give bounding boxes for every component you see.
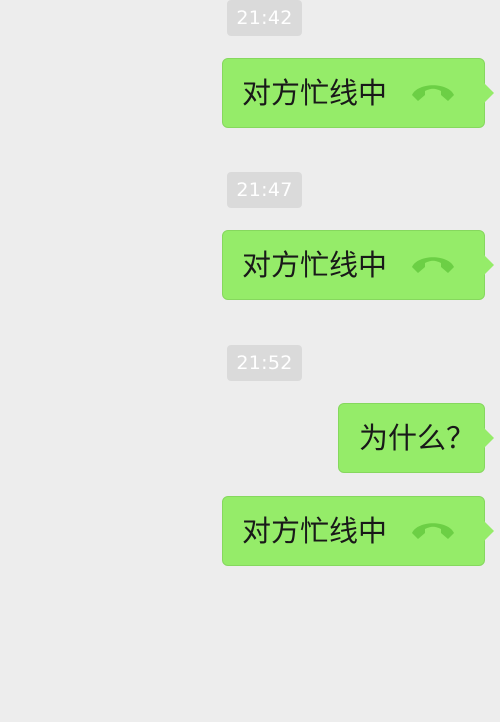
message-text: 对方忙线中	[242, 248, 388, 282]
call-status-message[interactable]: 对方忙线中	[222, 230, 494, 300]
message-text: 为什么？	[359, 421, 476, 455]
phone-hangup-icon	[412, 257, 454, 273]
message-text: 对方忙线中	[242, 514, 388, 548]
timestamp: 21:52	[227, 345, 302, 381]
message-text: 对方忙线中	[242, 76, 388, 110]
call-status-message[interactable]: 对方忙线中	[222, 58, 494, 128]
text-message[interactable]: 为什么？	[338, 403, 494, 473]
chat-window: 21:42 对方忙线中 21:47 对方忙线中 21:52 为什么？ 对方忙线中	[0, 0, 500, 722]
timestamp: 21:47	[227, 172, 302, 208]
timestamp: 21:42	[227, 0, 302, 36]
call-status-message[interactable]: 对方忙线中	[222, 496, 494, 566]
phone-hangup-icon	[412, 85, 454, 101]
phone-hangup-icon	[412, 523, 454, 539]
